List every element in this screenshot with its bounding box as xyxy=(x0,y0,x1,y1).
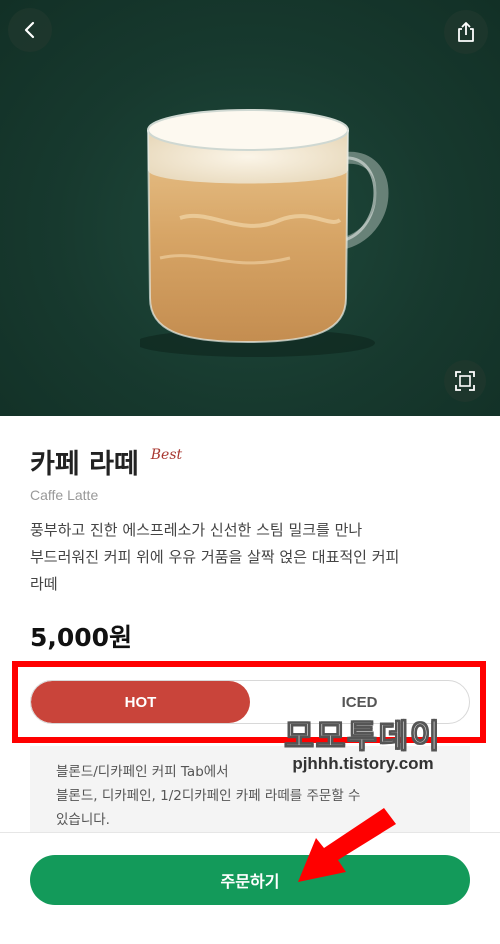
back-button[interactable] xyxy=(8,8,52,52)
caffe-latte-mug-image xyxy=(140,109,389,357)
product-price: 5,000원 xyxy=(30,623,133,652)
order-button[interactable]: 주문하기 xyxy=(30,855,470,905)
product-english-name: Caffe Latte xyxy=(30,487,99,503)
description-line: 라떼 xyxy=(30,575,58,593)
back-icon xyxy=(24,21,35,39)
annotation-highlight-box xyxy=(12,661,486,743)
share-icon xyxy=(458,22,474,42)
decaf-notice: 블론드/디카페인 커피 Tab에서 블론드, 디카페인, 1/2디카페인 카페 … xyxy=(30,746,470,836)
expand-button[interactable] xyxy=(444,360,486,402)
notice-line: 블론드, 디카페인, 1/2디카페인 카페 라떼를 주문할 수 xyxy=(56,788,361,804)
description-line: 부드러워진 커피 위에 우유 거품을 살짝 얹은 대표적인 커피 xyxy=(30,548,400,566)
expand-icon xyxy=(455,371,475,391)
product-hero-image xyxy=(0,0,500,416)
best-badge: Best xyxy=(150,447,183,463)
share-button[interactable] xyxy=(444,10,488,54)
description-line: 풍부하고 진한 에스프레소가 신선한 스팀 밀크를 만나 xyxy=(30,521,363,539)
notice-line: 있습니다. xyxy=(56,812,110,828)
notice-line: 블론드/디카페인 커피 Tab에서 xyxy=(56,764,229,780)
product-description: 풍부하고 진한 에스프레소가 신선한 스팀 밀크를 만나 부드러워진 커피 위에… xyxy=(30,517,470,598)
product-name: 카페 라떼 xyxy=(30,449,139,480)
product-info: 카페 라떼 Best Caffe Latte 풍부하고 진한 에스프레소가 신선… xyxy=(30,442,470,598)
